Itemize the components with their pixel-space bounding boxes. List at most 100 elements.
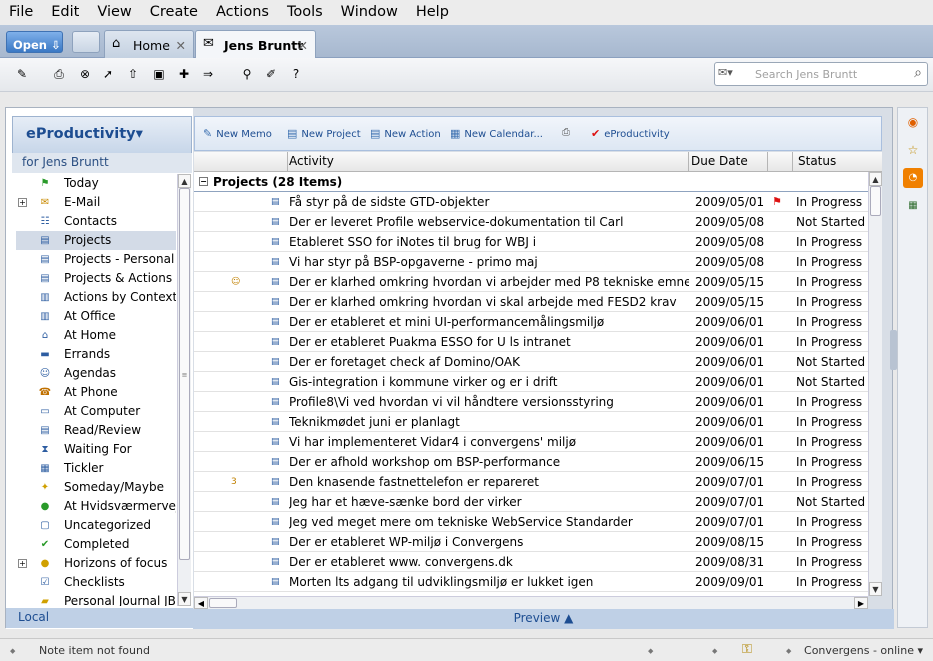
category-row[interactable]: − Projects (28 Items) [194,172,868,192]
forward-icon[interactable]: ➚ [99,65,117,83]
folder-icon[interactable]: ▣ [150,65,168,83]
edit-icon[interactable]: ✐ [262,65,280,83]
menu-actions[interactable]: Actions [207,0,278,25]
sametime-icon[interactable]: ◉ [903,112,923,132]
table-row[interactable]: ▤ Morten lts adgang til udviklingsmiljø e… [194,572,868,592]
search-scope-icon[interactable]: ✉▾ [718,66,733,79]
favorites-icon[interactable]: ☆ [903,140,923,160]
location-selector[interactable]: Convergens - online ▾ [804,644,923,657]
menu-help[interactable]: Help [407,0,458,25]
menu-window[interactable]: Window [332,0,407,25]
feeds-icon[interactable]: ◔ [903,168,923,188]
key-icon[interactable]: ⚿ [742,642,752,657]
expand-icon[interactable]: + [18,198,27,207]
add-icon[interactable]: ✚ [175,65,193,83]
col-due-date[interactable]: Due Date [691,154,748,168]
grid-hscrollbar[interactable]: ◀ ▶ [194,596,868,609]
scroll-down-icon[interactable]: ▼ [869,582,882,596]
scroll-right-icon[interactable]: ▶ [854,597,868,609]
table-row[interactable]: ▤ Etableret SSO for iNotes til brug for W… [194,232,868,252]
open-button[interactable]: Open ⇩ [6,31,63,53]
table-row[interactable]: ▤ Der er etableret Puakma ESSO for U ls i… [194,332,868,352]
action-new-memo[interactable]: ✎ New Memo [203,127,272,140]
sidebar-item-projects-personal[interactable]: ▤ Projects - Personal [16,250,176,269]
scroll-thumb[interactable] [870,186,881,216]
local-label[interactable]: Local [6,608,193,628]
preview-toggle[interactable]: Preview ▲ [193,609,894,629]
grid-scrollbar[interactable]: ▲ ▼ [868,172,882,596]
sidebar-item-horizons-of-focus[interactable]: + ● Horizons of focus [16,554,176,573]
search-help-icon[interactable]: ? [287,65,305,83]
search-icon[interactable]: ⌕ [914,65,922,81]
sidebar-item-errands[interactable]: ▬ Errands [16,345,176,364]
sidebar-item-uncategorized[interactable]: ▢ Uncategorized [16,516,176,535]
action-new-project[interactable]: ▤ New Project [287,127,361,140]
table-row[interactable]: ▤ Teknikmødet juni er planlagt 2009/06/01 I… [194,412,868,432]
stop-icon[interactable]: ⊗ [76,65,94,83]
table-row[interactable]: 3 ▤ Den knasende fastnettelefon er reparer… [194,472,868,492]
table-row[interactable]: ▤ Gis-integration i kommune virker og er … [194,372,868,392]
table-row[interactable]: ▤ Der er leveret Profile webservice-dokum… [194,212,868,232]
new-icon[interactable]: ✎ [13,65,31,83]
sidebar-item-projects-actions[interactable]: ▤ Projects & Actions [16,269,176,288]
sidebar-item-at-home[interactable]: ⌂ At Home [16,326,176,345]
sidebar-item-completed[interactable]: ✔ Completed [16,535,176,554]
action-new-calendar[interactable]: ▦ New Calendar... [450,127,543,140]
table-row[interactable]: ▤ Vi har implementeret Vidar4 i convergen… [194,432,868,452]
sidebar-item-today[interactable]: ⚑ Today [16,174,176,193]
hscroll-thumb[interactable] [209,598,237,608]
table-row[interactable]: ▤ Der er afhold workshop om BSP-performan… [194,452,868,472]
tab-list-button[interactable] [72,31,100,53]
find-icon[interactable]: ⚲ [238,65,256,83]
navigator-scrollbar[interactable]: ▲ ≡ ▼ [177,174,191,606]
sidebar-grip[interactable] [890,330,897,370]
menu-tools[interactable]: Tools [278,0,332,25]
table-row[interactable]: ▤ Jeg har et hæve-sænke bord der virker 20… [194,492,868,512]
flag-icon[interactable]: ⚑ [772,192,782,212]
close-icon[interactable]: ✕ [176,38,186,53]
table-row[interactable]: ☺ ▤ Der er klarhed omkring hvordan vi arbe… [194,272,868,292]
sidebar-item-someday-maybe[interactable]: ✦ Someday/Maybe [16,478,176,497]
menu-create[interactable]: Create [141,0,207,25]
sidebar-item-personal-journal-jb[interactable]: ▰ Personal Journal JB [16,592,176,606]
expand-icon[interactable]: + [18,559,27,568]
menu-view[interactable]: View [88,0,140,25]
sidebar-item-at-phone[interactable]: ☎ At Phone [16,383,176,402]
sidebar-item-waiting-for[interactable]: ⧗ Waiting For [16,440,176,459]
table-row[interactable]: ▤ Få styr på de sidste GTD-objekter 2009/0… [194,192,868,212]
menu-file[interactable]: File [0,0,42,25]
sidebar-item-at-office[interactable]: ▥ At Office [16,307,176,326]
print-icon[interactable]: ⎙ [562,127,570,138]
close-icon[interactable]: ✕ [298,38,308,53]
scroll-up-icon[interactable]: ▲ [178,174,191,188]
table-row[interactable]: ▤ Profile8\Vi ved hvordan vi vil håndtere… [194,392,868,412]
tab-jens-bruntt[interactable]: ✉ Jens Bruntt ✕ [195,30,316,58]
scroll-left-icon[interactable]: ◀ [194,597,208,609]
tab-home[interactable]: ⌂ Home ✕ [104,30,194,58]
sidebar-item-at-computer[interactable]: ▭ At Computer [16,402,176,421]
scroll-down-icon[interactable]: ▼ [178,592,191,606]
sidebar-item-projects[interactable]: ▤ Projects [16,231,176,250]
print-icon[interactable]: ⎙ [50,65,68,83]
table-row[interactable]: ▤ Der er foretaget check af Domino/OAK 200… [194,352,868,372]
sidebar-item-at-hvidsv-rmervej[interactable]: ● At Hvidsværmervej [16,497,176,516]
sidebar-item-read-review[interactable]: ▤ Read/Review [16,421,176,440]
sidebar-item-checklists[interactable]: ☑ Checklists [16,573,176,592]
sidebar-item-e-mail[interactable]: + ✉ E-Mail [16,193,176,212]
table-row[interactable]: ▤ Vi har styr på BSP-opgaverne - primo ma… [194,252,868,272]
table-row[interactable]: ▤ Der er etableret www. convergens.dk 2009… [194,552,868,572]
table-row[interactable]: ▤ Der er klarhed omkring hvordan vi skal … [194,292,868,312]
action-new-action[interactable]: ▤ New Action [370,127,441,140]
sidebar-item-contacts[interactable]: ☷ Contacts [16,212,176,231]
scroll-up-icon[interactable]: ▲ [869,172,882,186]
up-icon[interactable]: ⇧ [124,65,142,83]
search-input[interactable]: ✉▾ Search Jens Bruntt ⌕ [714,62,928,86]
col-status[interactable]: Status [798,154,836,168]
calendar-icon[interactable]: ▦ [903,196,923,216]
action-eproductivity[interactable]: ✔ eProductivity [591,127,670,140]
menu-edit[interactable]: Edit [42,0,88,25]
sidebar-item-agendas[interactable]: ☺ Agendas [16,364,176,383]
table-row[interactable]: ▤ Der er etableret et mini UI-performance… [194,312,868,332]
col-activity[interactable]: Activity [289,154,334,168]
sidebar-item-tickler[interactable]: ▦ Tickler [16,459,176,478]
